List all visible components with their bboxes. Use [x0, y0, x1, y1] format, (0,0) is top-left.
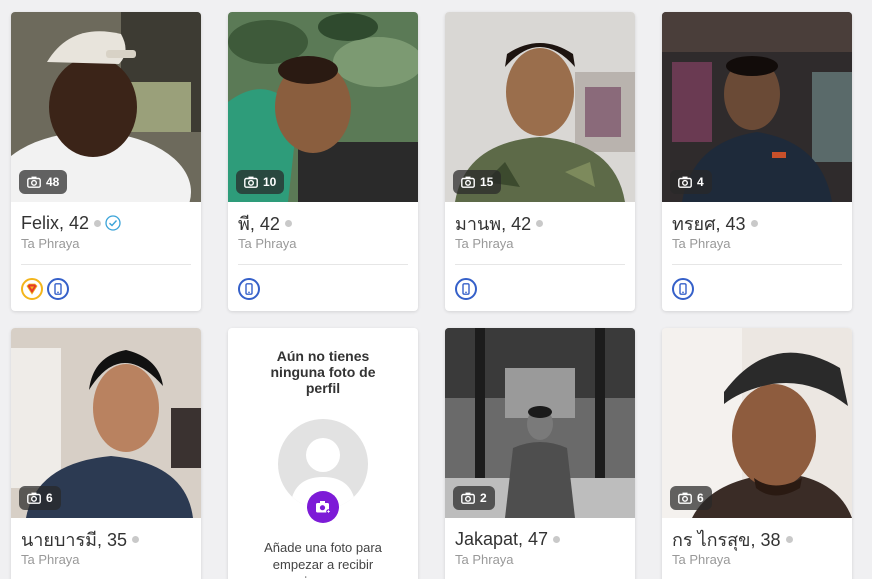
profile-location: Ta Phraya: [455, 552, 514, 567]
no-photo-card: Aún no tienes ninguna foto de perfil Aña…: [228, 328, 418, 579]
profile-photo[interactable]: 10: [228, 12, 418, 202]
profile-card[interactable]: 2 Jakapat, 47 Ta Phraya: [445, 328, 635, 579]
offline-status-dot: [284, 219, 292, 227]
profile-location: Ta Phraya: [672, 552, 731, 567]
profile-name: นายบารมี, 35: [21, 529, 128, 550]
photo-count-badge: 2: [453, 486, 495, 510]
camera-icon: [461, 176, 475, 188]
camera-icon: [678, 492, 692, 504]
phone-verified-badge-icon[interactable]: [238, 278, 260, 300]
badge-row: [238, 265, 408, 311]
photo-count: 4: [697, 175, 704, 189]
profile-photo[interactable]: 6: [662, 328, 852, 518]
offline-status-dot: [553, 535, 561, 543]
profile-card[interactable]: 6 กร ไกรสุข, 38 Ta Phraya: [662, 328, 852, 579]
photo-count: 48: [46, 175, 60, 189]
badge-row: [455, 265, 625, 311]
profile-card[interactable]: 48 Felix, 42 Ta Phraya: [11, 12, 201, 311]
phone-verified-badge-icon[interactable]: [672, 278, 694, 300]
profile-location: Ta Phraya: [21, 552, 80, 567]
offline-status-dot: [94, 219, 102, 227]
profile-location: Ta Phraya: [238, 236, 297, 251]
photo-count-badge: 6: [19, 486, 61, 510]
camera-icon: [678, 176, 692, 188]
camera-icon: [244, 176, 258, 188]
profile-photo[interactable]: 2: [445, 328, 635, 518]
camera-plus-icon: [316, 501, 331, 514]
verified-check-icon: [105, 215, 121, 231]
photo-count: 15: [480, 175, 494, 189]
profile-location: Ta Phraya: [455, 236, 514, 251]
profile-grid: 48 Felix, 42 Ta Phraya 10 พี, 42 Ta Phra…: [0, 0, 872, 579]
badge-row: [672, 265, 842, 311]
superhero-badge-icon[interactable]: [21, 278, 43, 300]
photo-count: 6: [697, 491, 704, 505]
photo-count: 10: [263, 175, 277, 189]
profile-photo[interactable]: 4: [662, 12, 852, 202]
profile-location: Ta Phraya: [21, 236, 80, 251]
profile-name: กร ไกรสุข, 38: [672, 529, 781, 550]
offline-status-dot: [536, 219, 544, 227]
profile-location: Ta Phraya: [672, 236, 731, 251]
photo-count-badge: 4: [670, 170, 712, 194]
phone-verified-badge-icon[interactable]: [47, 278, 69, 300]
photo-count: 6: [46, 491, 53, 505]
photo-count-badge: 15: [453, 170, 502, 194]
no-photo-title: Aún no tienes ninguna foto de perfil: [270, 348, 376, 396]
photo-count-badge: 10: [236, 170, 285, 194]
photo-count-badge: 6: [670, 486, 712, 510]
profile-photo[interactable]: 6: [11, 328, 201, 518]
camera-icon: [461, 492, 475, 504]
profile-photo[interactable]: 15: [445, 12, 635, 202]
profile-name: Jakapat, 47: [455, 528, 549, 549]
add-photo-button[interactable]: [307, 491, 339, 523]
profile-name: มานพ, 42: [455, 213, 532, 234]
photo-count: 2: [480, 491, 487, 505]
profile-card[interactable]: 4 ทรยศ, 43 Ta Phraya: [662, 12, 852, 311]
offline-status-dot: [132, 535, 140, 543]
camera-icon: [27, 176, 41, 188]
photo-count-badge: 48: [19, 170, 68, 194]
profile-name: พี, 42: [238, 213, 280, 234]
no-photo-description: Añade una foto para empezar a recibir me…: [264, 540, 382, 579]
profile-name: Felix, 42: [21, 212, 90, 233]
profile-card[interactable]: 10 พี, 42 Ta Phraya: [228, 12, 418, 311]
phone-verified-badge-icon[interactable]: [455, 278, 477, 300]
profile-photo[interactable]: 48: [11, 12, 201, 202]
profile-name: ทรยศ, 43: [672, 213, 746, 234]
camera-icon: [27, 492, 41, 504]
profile-card[interactable]: 15 มานพ, 42 Ta Phraya: [445, 12, 635, 311]
offline-status-dot: [750, 219, 758, 227]
profile-card[interactable]: 6 นายบารมี, 35 Ta Phraya: [11, 328, 201, 579]
offline-status-dot: [785, 535, 793, 543]
badge-row: [21, 265, 191, 311]
